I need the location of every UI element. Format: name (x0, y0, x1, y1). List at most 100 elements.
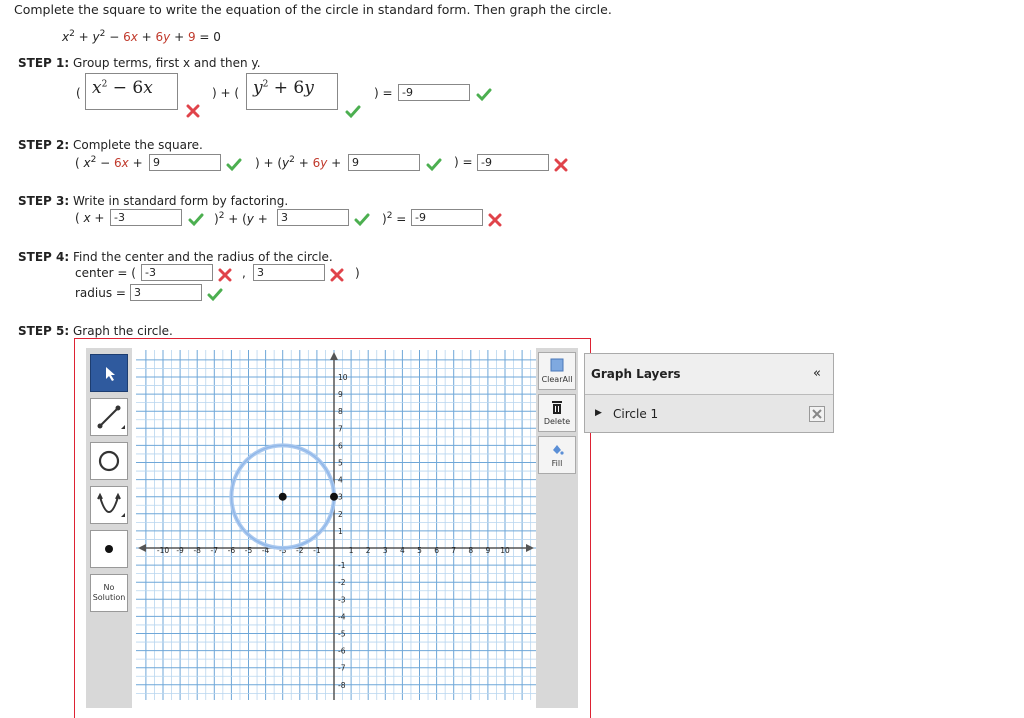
step2-y-complete-field[interactable] (348, 154, 420, 171)
y-tick-label: -5 (338, 630, 346, 639)
coordinate-grid[interactable]: -10 -9 -8 -7 -6 -5 -4 -3 -2 -1 1 2 3 4 5 6 7 8 9 1010987654… (136, 350, 536, 700)
circle-center-point[interactable] (278, 492, 287, 501)
incorrect-icon (218, 268, 232, 282)
y-tick-label: 8 (338, 407, 343, 416)
x-tick-label: 4 (400, 546, 405, 555)
x-tick-label: -9 (176, 546, 184, 555)
y-tick-label: 7 (338, 424, 343, 433)
step2-rhs-field[interactable] (477, 154, 549, 171)
correct-icon (188, 213, 204, 227)
y-tick-label: 9 (338, 390, 343, 399)
x-tick-label: -1 (313, 546, 321, 555)
collapse-panel-button[interactable]: « (813, 366, 821, 381)
open-paren: ( (76, 86, 81, 100)
point-tool[interactable] (90, 530, 128, 568)
x-tick-label: 2 (366, 546, 371, 555)
step2-expr-x: ( x2 − 6x + (75, 155, 143, 170)
step3-expr-y: )2 + (y + (214, 211, 268, 226)
fill-button[interactable]: Fill (538, 436, 576, 474)
step3-expr-x: ( x + (75, 211, 105, 225)
paint-bucket-icon (553, 445, 564, 455)
y-tick-label: -6 (338, 647, 346, 656)
y-tick-label: -7 (338, 664, 346, 673)
x-tick-label: -5 (245, 546, 253, 555)
clear-icon (550, 358, 564, 372)
correct-icon (226, 158, 242, 172)
graph-toolbar: No Solution (86, 348, 132, 708)
y-tick-label: 4 (338, 476, 343, 485)
y-tick-label: 2 (338, 510, 343, 519)
comma-label: , (242, 266, 246, 280)
incorrect-icon (330, 268, 344, 282)
x-tick-label: 5 (417, 546, 422, 555)
y-tick-label: 1 (338, 527, 343, 536)
radius-field[interactable] (130, 284, 202, 301)
circle-radius-point[interactable] (330, 492, 338, 501)
step3-y-shift-field[interactable] (277, 209, 349, 226)
correct-icon (354, 213, 370, 227)
correct-icon (476, 88, 492, 102)
x-tick-label: 9 (486, 546, 491, 555)
x-tick-label: 7 (451, 546, 456, 555)
step2-expr-y: ) + (y2 + 6y + (255, 155, 342, 170)
clear-all-button[interactable]: ClearAll (538, 352, 576, 390)
delete-button[interactable]: Delete (538, 394, 576, 432)
step2-heading: STEP 2: Complete the square. (18, 138, 203, 152)
step1-rhs-field[interactable] (398, 84, 470, 101)
y-tick-label: 6 (338, 441, 343, 450)
fill-label: Fill (551, 459, 563, 468)
radius-label: radius = (75, 286, 126, 300)
x-tick-label: 1 (349, 546, 354, 555)
x-tick-label: 6 (434, 546, 439, 555)
equals-label: ) = (374, 86, 393, 100)
y-tick-label: -3 (338, 595, 346, 604)
center-y-field[interactable] (253, 264, 325, 281)
step5-heading: STEP 5: Graph the circle. (18, 324, 173, 338)
problem-prompt: Complete the square to write the equatio… (14, 2, 612, 17)
delete-label: Delete (543, 417, 571, 426)
y-tick-label: 10 (338, 373, 348, 382)
center-label: center = ( (75, 266, 136, 280)
y-tick-label: 3 (338, 493, 343, 502)
step3-x-shift-field[interactable] (110, 209, 182, 226)
center-x-field[interactable] (141, 264, 213, 281)
step4-heading: STEP 4: Find the center and the radius o… (18, 250, 333, 264)
equals-label: ) = (454, 155, 473, 169)
x-tick-label: 10 (500, 546, 510, 555)
close-open-paren: ) + ( (212, 86, 240, 100)
no-solution-label: No Solution (92, 583, 126, 602)
y-tick-label: -1 (338, 561, 346, 570)
line-segment-icon (97, 405, 125, 429)
circle-icon (98, 450, 120, 472)
step1-y-group-field[interactable]: y2 + 6y (246, 73, 338, 110)
parabola-icon (97, 492, 125, 517)
correct-icon (207, 288, 223, 302)
select-tool[interactable] (90, 354, 128, 392)
graph-layers-panel: Graph Layers « ▶ Circle 1 (584, 353, 834, 433)
expand-triangle-icon[interactable]: ▶ (595, 408, 602, 418)
pointer-icon (106, 367, 115, 381)
layer-row[interactable]: ▶ Circle 1 (585, 395, 833, 433)
x-tick-label: -6 (228, 546, 236, 555)
step2-x-complete-field[interactable] (149, 154, 221, 171)
parabola-tool[interactable] (90, 486, 128, 524)
x-tick-label: -10 (157, 546, 169, 555)
incorrect-icon (186, 104, 200, 118)
line-tool[interactable] (90, 398, 128, 436)
layer-name: Circle 1 (613, 407, 659, 421)
clear-all-label: ClearAll (541, 375, 573, 384)
circle-tool[interactable] (90, 442, 128, 480)
step1-heading: STEP 1: Group terms, first x and then y. (18, 56, 261, 70)
no-solution-button[interactable]: No Solution (90, 574, 128, 612)
trash-icon (552, 401, 562, 414)
step3-heading: STEP 3: Write in standard form by factor… (18, 194, 289, 208)
step3-rhs-field[interactable] (411, 209, 483, 226)
incorrect-icon (488, 213, 502, 227)
incorrect-icon (554, 158, 568, 172)
correct-icon (426, 158, 442, 172)
x-tick-label: 3 (383, 546, 388, 555)
remove-layer-icon[interactable] (809, 406, 825, 422)
y-tick-label: 5 (338, 459, 343, 468)
step1-x-group-field[interactable]: x2 − 6x (85, 73, 178, 110)
graph-layers-title: Graph Layers (591, 367, 681, 381)
